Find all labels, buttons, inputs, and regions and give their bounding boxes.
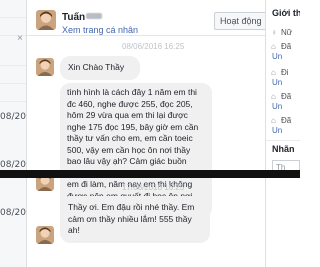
screenshot-divider (0, 170, 300, 178)
list-item-date: 08/2016 (0, 208, 26, 218)
message-timestamp: 17/08/2016 16:25 (122, 183, 185, 192)
info-link[interactable]: Un (272, 126, 282, 135)
list-item[interactable] (0, 48, 26, 66)
message-bubble: Xin Chào Thầy (60, 56, 140, 80)
tag-section-title: Nhãn (272, 144, 295, 154)
status-label: Hoạt động (220, 16, 262, 26)
info-link[interactable]: Un (272, 78, 282, 87)
divider (266, 140, 300, 141)
info-item: Đã (281, 92, 292, 101)
list-item[interactable] (0, 84, 26, 102)
contact-info-panel: Giới th ♀ Nữ ⌂ Đã Un ⌂ Đi Un ⌂ Đã Un ⌂ Đ… (265, 0, 300, 267)
avatar[interactable] (36, 10, 56, 30)
left-strip: × 08/2016 08/2016 08/2016 (0, 0, 27, 267)
list-item[interactable] (0, 66, 26, 84)
home-icon: ⌂ (271, 42, 276, 51)
view-profile-link[interactable]: Xem trang cá nhân (62, 25, 138, 35)
close-icon[interactable]: × (17, 33, 23, 44)
info-link[interactable]: Un (272, 102, 282, 111)
home-icon: ⌂ (271, 116, 276, 125)
list-item-date: 08/2016 (0, 160, 26, 170)
conversation-panel: Tuấn Xem trang cá nhân Hoạt động ▾ 08/06… (27, 0, 265, 267)
status-dropdown[interactable]: Hoạt động ▾ (214, 12, 265, 30)
avatar[interactable] (36, 226, 54, 244)
avatar[interactable] (36, 58, 54, 76)
message-bubble: Thầy ơi. Em đậu rồi nhé thầy. Em cảm ơn … (60, 196, 210, 243)
info-item: Đã (281, 116, 292, 125)
home-icon: ⌂ (271, 92, 276, 101)
conversation-header: Tuấn Xem trang cá nhân Hoạt động ▾ (27, 0, 265, 36)
list-item-date: 08/2016 (0, 112, 26, 122)
redacted-surname (86, 13, 102, 19)
info-item: Đi (281, 68, 289, 77)
gender-icon: ♀ (271, 28, 277, 37)
list-item[interactable] (0, 0, 26, 18)
info-item: Đã (281, 42, 292, 51)
info-panel-title: Giới th (272, 8, 300, 18)
info-item: Nữ (281, 28, 293, 37)
info-link[interactable]: Un (272, 52, 282, 61)
home-icon: ⌂ (271, 68, 276, 77)
message-timestamp: 08/06/2016 16:25 (122, 42, 185, 51)
contact-name[interactable]: Tuấn (62, 12, 85, 23)
